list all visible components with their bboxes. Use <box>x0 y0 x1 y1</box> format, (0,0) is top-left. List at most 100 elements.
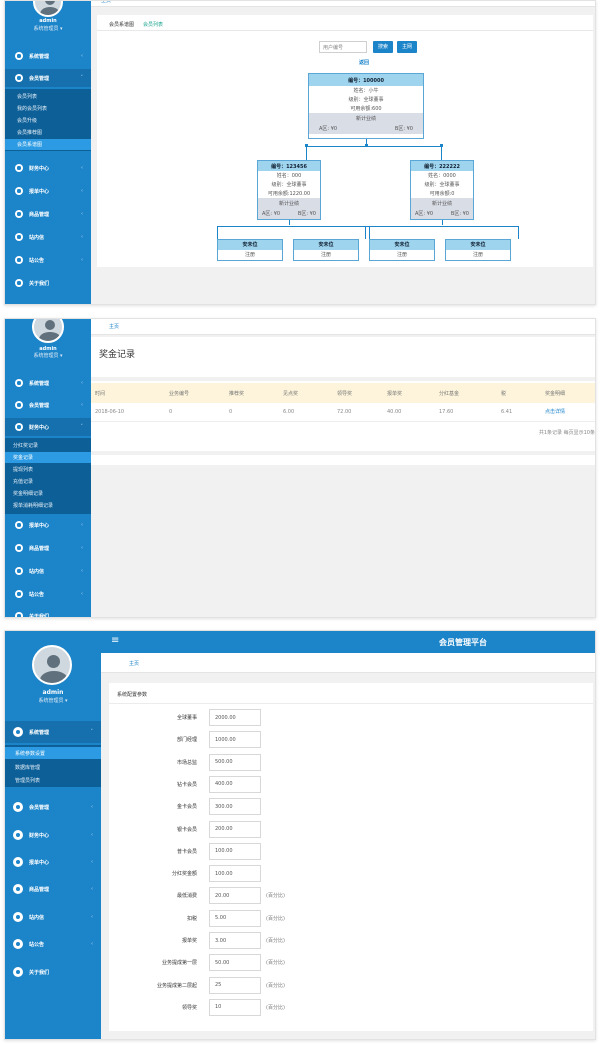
gear-icon <box>13 727 23 737</box>
param-input[interactable]: 300.00 <box>209 798 261 816</box>
subnav-bonus-record[interactable]: 奖金记录 <box>5 452 91 463</box>
nav-finance[interactable]: 财务中心 ˅ <box>5 418 91 436</box>
nav-about[interactable]: 关于我们 <box>5 274 91 292</box>
search-input[interactable]: 用户编号 <box>319 41 367 53</box>
param-row: 领导奖 10 (百分比) <box>109 998 285 1016</box>
subnav-member-upgrade[interactable]: 会员升级 <box>5 115 91 126</box>
nav-member[interactable]: 会员管理 ‹ <box>5 797 101 817</box>
nav-member[interactable]: 会员管理 ‹ <box>5 396 91 414</box>
empty-slot-2[interactable]: 安未位 注册 <box>293 239 359 261</box>
home-tab[interactable]: 主页 <box>129 660 139 667</box>
nav-inbox[interactable]: 站内信 ‹ <box>5 562 91 580</box>
param-input[interactable]: 500.00 <box>209 753 261 771</box>
param-label: 领导奖 <box>181 1004 197 1011</box>
tab-member-list[interactable]: 会员列表 <box>143 21 163 28</box>
param-input[interactable]: 100.00 <box>209 842 261 860</box>
tree-node-right[interactable]: 编号：222222 姓名：0000 级别：全球董事 可用余额:0 新计业绩 A区… <box>410 160 474 220</box>
nav-notice[interactable]: 站公告 ‹ <box>5 585 91 603</box>
col-leader: 领导奖 <box>333 383 383 403</box>
page-title: 奖金记录 <box>99 350 136 360</box>
subnav-member-referral[interactable]: 会员推荐图 <box>5 127 91 138</box>
home-button[interactable]: 主网 <box>397 41 417 53</box>
nav-report[interactable]: 报单中心 ‹ <box>5 182 91 200</box>
nav-system[interactable]: 系统管理 ˅ <box>5 721 101 743</box>
param-input[interactable]: 10 <box>209 998 261 1016</box>
nav-finance[interactable]: 财务中心 ‹ <box>5 825 101 845</box>
nav-about[interactable]: 关于我们 <box>5 962 101 982</box>
nav-notice[interactable]: 站公告 ‹ <box>5 251 91 269</box>
param-input[interactable]: 400.00 <box>209 775 261 793</box>
param-row: 业务提成第一层 50.00 (百分比) <box>109 954 285 972</box>
param-input[interactable]: 1000.00 <box>209 731 261 749</box>
nav-system[interactable]: 系统管理 ‹ <box>5 374 91 392</box>
home-tab[interactable]: 主页 <box>101 1 111 4</box>
param-input[interactable]: 5.00 <box>209 909 261 927</box>
sidebar: admin 系统管理员 ▾ 系统管理 ‹ 会员管理 ‹ 财务中心 ˅ 分红奖记录 奖金… <box>5 319 91 617</box>
screenshot-member-tree: admin 系统管理员 ▾ 系统管理 ‹ 会员管理 ˅ 会员列表 我的会员列表 会员… <box>4 0 596 305</box>
nav-about[interactable]: 关于我们 <box>5 607 91 617</box>
subnav-system-params[interactable]: 系统参数设置 <box>5 747 101 759</box>
nav-product[interactable]: 商品管理 ‹ <box>5 205 91 223</box>
nav-inbox[interactable]: 站内信 ‹ <box>5 228 91 246</box>
subnav-member-tree[interactable]: 会员系谱图 <box>5 139 91 150</box>
param-label: 钻卡会员 <box>176 781 197 788</box>
nav-member[interactable]: 会员管理 ˅ <box>5 69 91 87</box>
param-input[interactable]: 100.00 <box>209 865 261 883</box>
param-input[interactable]: 20.00 <box>209 887 261 905</box>
subnav-my-member-list[interactable]: 我的会员列表 <box>5 103 91 114</box>
param-input[interactable]: 25 <box>209 976 261 994</box>
tab-member-tree[interactable]: 会员系谱图 <box>109 21 134 28</box>
subnav-admin-list[interactable]: 管理员列表 <box>5 774 101 786</box>
nav-inbox[interactable]: 站内信 ‹ <box>5 907 101 927</box>
nav-report[interactable]: 报单中心 ‹ <box>5 516 91 534</box>
user-icon <box>13 802 23 812</box>
tree-node-left[interactable]: 编号：123456 姓名：000 级别：全球董事 可用余额:1220.00 新计… <box>257 160 321 220</box>
param-input[interactable]: 50.00 <box>209 954 261 972</box>
main-content: 主页 奖金记录 时间 业务编号 推荐奖 见点奖 领导奖 报单奖 分红基金 税 奖… <box>91 319 595 617</box>
avatar[interactable] <box>33 1 63 17</box>
param-label: 市场总监 <box>176 759 197 766</box>
subnav-database[interactable]: 数据库管理 <box>5 761 101 773</box>
nav-notice[interactable]: 站公告 ‹ <box>5 934 101 954</box>
screenshot-bonus-record: admin 系统管理员 ▾ 系统管理 ‹ 会员管理 ‹ 财务中心 ˅ 分红奖记录 奖金… <box>4 318 596 618</box>
detail-link[interactable]: 点击详情 <box>541 403 595 422</box>
empty-slot-1[interactable]: 安未位 注册 <box>217 239 283 261</box>
back-link[interactable]: 返回 <box>359 59 369 66</box>
admin-role-dropdown[interactable]: 系统管理员 ▾ <box>5 352 91 359</box>
param-label: 部门经理 <box>176 737 197 744</box>
subnav-recharge-record[interactable]: 充值记录 <box>5 476 91 487</box>
tree-node-root[interactable]: 编号：100000 姓名：小牛 级别：全球董事 可用余额:600 新计业绩 A区… <box>308 73 424 139</box>
nav-system[interactable]: 系统管理 ‹ <box>5 47 91 65</box>
admin-role-dropdown[interactable]: 系统管理员 ▾ <box>5 697 101 704</box>
menu-toggle-icon[interactable]: ≡ <box>111 635 119 646</box>
subnav-member-list[interactable]: 会员列表 <box>5 91 91 102</box>
admin-role-dropdown[interactable]: 系统管理员 ▾ <box>5 25 91 32</box>
nav-product[interactable]: 商品管理 ‹ <box>5 539 91 557</box>
user-icon <box>13 884 23 894</box>
bonus-table-panel: 时间 业务编号 推荐奖 见点奖 领导奖 报单奖 分红基金 税 奖金明细 2018… <box>91 381 595 451</box>
nav-product[interactable]: 商品管理 ‹ <box>5 879 101 899</box>
param-input[interactable]: 200.00 <box>209 820 261 838</box>
col-report: 报单奖 <box>383 383 435 403</box>
pagination-info: 共1条记录 每页显示10条 <box>538 430 595 436</box>
param-input[interactable]: 3.00 <box>209 932 261 949</box>
finance-subnav: 分红奖记录 奖金记录 提现列表 充值记录 奖金明细记录 报单消耗明细记录 <box>5 438 91 514</box>
param-input[interactable]: 2000.00 <box>209 709 261 726</box>
avatar[interactable] <box>32 645 72 685</box>
nav-report[interactable]: 报单中心 ‹ <box>5 852 101 872</box>
nav-finance[interactable]: 财务中心 ‹ <box>5 159 91 177</box>
avatar[interactable] <box>32 319 64 343</box>
subnav-dividend-record[interactable]: 分红奖记录 <box>5 440 91 451</box>
empty-slot-4[interactable]: 安未位 注册 <box>445 239 511 261</box>
home-tab[interactable]: 主页 <box>109 323 119 330</box>
empty-slot-3[interactable]: 安未位 注册 <box>369 239 435 261</box>
search-button[interactable]: 搜索 <box>373 41 393 53</box>
system-subnav: 系统参数设置 数据库管理 管理员列表 <box>5 745 101 787</box>
subnav-report-consume[interactable]: 报单消耗明细记录 <box>5 500 91 511</box>
admin-name: admin <box>39 18 57 24</box>
param-row: 市场总监 500.00 <box>109 753 266 771</box>
subnav-bonus-detail[interactable]: 奖金明细记录 <box>5 488 91 499</box>
subnav-withdraw-list[interactable]: 提现列表 <box>5 464 91 475</box>
param-label: 分红奖金额 <box>171 871 197 878</box>
col-referral: 推荐奖 <box>225 383 279 403</box>
